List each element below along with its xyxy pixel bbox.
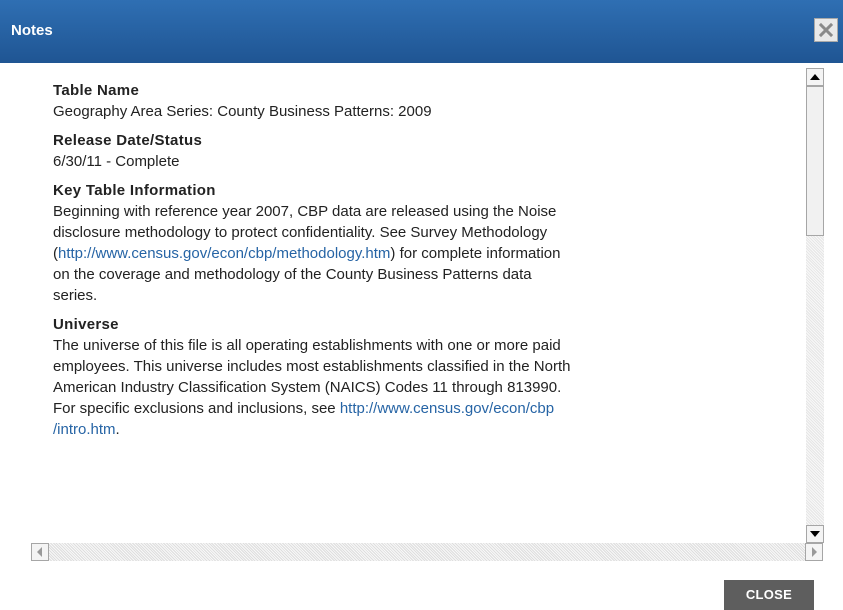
horizontal-scrollbar[interactable] xyxy=(31,543,823,561)
scroll-up-button[interactable] xyxy=(806,68,824,86)
methodology-link[interactable]: http://www.census.gov/econ/cbp/methodolo… xyxy=(58,245,390,262)
table-name-section: Table Name Geography Area Series: County… xyxy=(53,80,805,122)
section-text: The universe of this file is all operati… xyxy=(53,335,805,440)
section-label: Table Name xyxy=(53,82,140,99)
section-text: 6/30/11 - Complete xyxy=(53,153,180,170)
section-label: Key Table Information xyxy=(53,182,216,199)
down-arrow-icon xyxy=(810,531,820,537)
section-text-after: . xyxy=(115,421,120,438)
section-label: Universe xyxy=(53,316,119,333)
up-arrow-icon xyxy=(810,74,820,80)
section-text: Beginning with reference year 2007, CBP … xyxy=(53,201,805,306)
scroll-right-button[interactable] xyxy=(805,543,823,561)
notes-content: Table Name Geography Area Series: County… xyxy=(31,68,805,543)
dialog-titlebar: Notes xyxy=(0,0,843,63)
right-arrow-icon xyxy=(812,547,817,557)
close-button[interactable]: CLOSE xyxy=(724,580,814,610)
scroll-down-button[interactable] xyxy=(806,525,824,543)
scroll-left-button[interactable] xyxy=(31,543,49,561)
key-table-information-section: Key Table Information Beginning with ref… xyxy=(53,180,805,306)
universe-section: Universe The universe of this file is al… xyxy=(53,314,805,440)
vertical-scroll-thumb[interactable] xyxy=(806,86,824,236)
close-x-icon[interactable] xyxy=(814,18,838,42)
vertical-scrollbar[interactable] xyxy=(806,68,824,543)
section-text: Geography Area Series: County Business P… xyxy=(53,103,432,120)
dialog-title: Notes xyxy=(11,22,53,39)
left-arrow-icon xyxy=(37,547,42,557)
release-date-section: Release Date/Status 6/30/11 - Complete xyxy=(53,130,805,172)
section-label: Release Date/Status xyxy=(53,132,203,149)
